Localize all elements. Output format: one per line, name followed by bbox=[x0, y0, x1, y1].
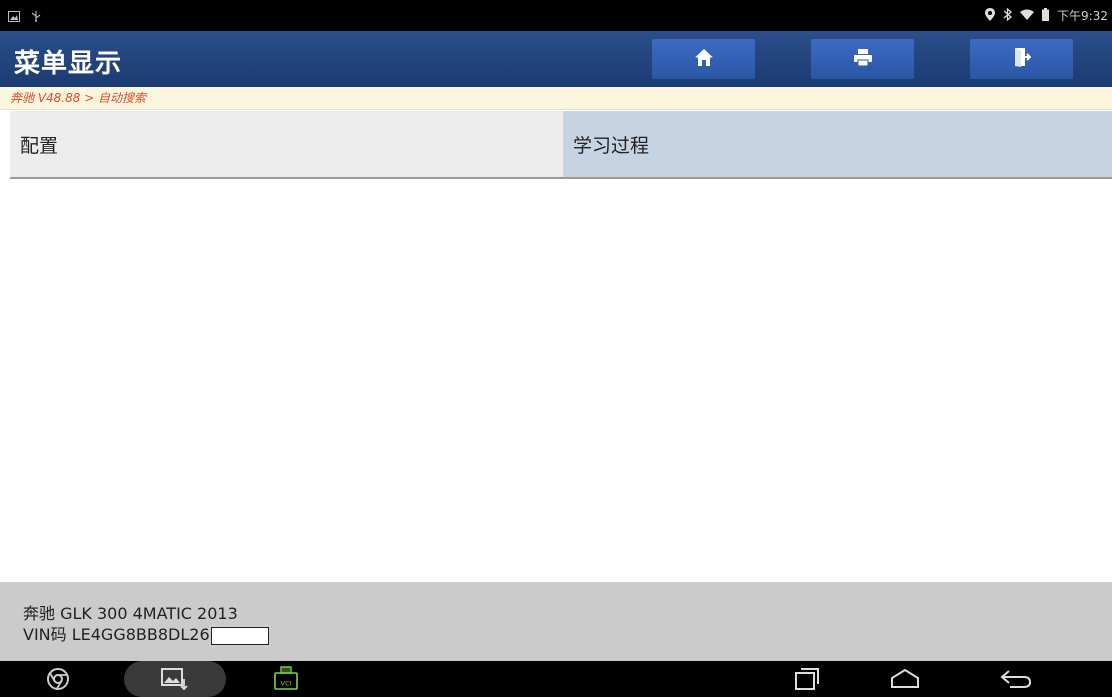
gallery-icon[interactable] bbox=[160, 667, 190, 695]
vehicle-vin: VIN码 LE4GG8BB8DL26 bbox=[23, 625, 210, 644]
vehicle-vin-line: VIN码 LE4GG8BB8DL26 bbox=[23, 621, 269, 645]
home-button[interactable] bbox=[652, 39, 755, 79]
status-time: 下午9:32 bbox=[1057, 9, 1108, 23]
vci-label: VCI bbox=[281, 680, 292, 688]
menu-item-label: 配置 bbox=[20, 134, 59, 157]
breadcrumb: 奔驰 V48.88 > 自动搜索 bbox=[0, 87, 1112, 110]
print-button[interactable] bbox=[811, 39, 914, 79]
vin-redaction-box bbox=[210, 626, 269, 645]
chrome-icon[interactable] bbox=[46, 667, 70, 695]
home-icon[interactable] bbox=[890, 668, 920, 693]
usb-icon bbox=[30, 7, 42, 26]
location-icon bbox=[985, 7, 996, 24]
home-icon bbox=[694, 48, 714, 71]
menu-item-config[interactable]: 配置 bbox=[10, 111, 563, 179]
status-left bbox=[8, 7, 42, 26]
menu-item-label: 学习过程 bbox=[573, 134, 650, 157]
image-notification-icon bbox=[8, 7, 20, 26]
bluetooth-icon bbox=[1003, 7, 1013, 24]
printer-icon bbox=[853, 48, 873, 71]
recent-apps-icon[interactable] bbox=[794, 668, 820, 694]
menu-item-learning-process[interactable]: 学习过程 bbox=[563, 111, 1112, 179]
back-icon[interactable] bbox=[1000, 669, 1032, 693]
menu-list: 配置 学习过程 bbox=[10, 111, 1112, 179]
battery-icon bbox=[1042, 7, 1050, 24]
vci-icon[interactable]: VCI bbox=[274, 666, 298, 695]
vehicle-info-panel: 奔驰 GLK 300 4MATIC 2013 VIN码 LE4GG8BB8DL2… bbox=[0, 582, 1112, 661]
status-right: 下午9:32 bbox=[985, 7, 1108, 24]
page-title: 菜单显示 bbox=[14, 49, 123, 79]
title-bar: 菜单显示 bbox=[0, 31, 1112, 87]
android-nav-bar: VCI bbox=[0, 661, 1112, 697]
wifi-icon bbox=[1020, 9, 1035, 23]
exit-button[interactable] bbox=[970, 39, 1073, 79]
status-bar: 下午9:32 bbox=[0, 0, 1112, 31]
exit-icon bbox=[1013, 47, 1031, 71]
